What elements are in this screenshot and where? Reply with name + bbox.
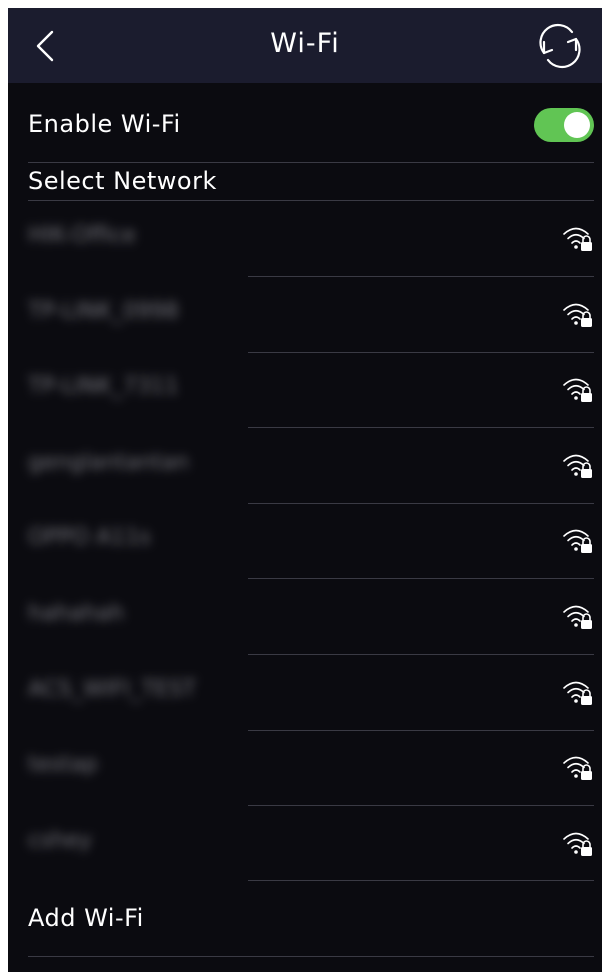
wifi-lock-icon [563, 454, 592, 478]
toggle-knob [564, 112, 590, 138]
wifi-lock-icon [563, 227, 592, 251]
top-bar: Wi-Fi [8, 8, 602, 83]
wifi-lock-icon [563, 681, 592, 705]
add-wifi-button[interactable]: Add Wi-Fi [28, 904, 144, 932]
network-name: hahahah [28, 601, 125, 626]
network-name: TP-LINK_0998 [28, 299, 179, 324]
select-network-label: Select Network [28, 167, 217, 195]
divider [28, 162, 594, 163]
network-name: HIK-Office [28, 223, 136, 248]
page-title: Wi-Fi [270, 28, 340, 59]
network-row[interactable]: testap [8, 730, 602, 805]
network-name: testap [28, 752, 98, 777]
network-row[interactable]: TP-LINK_7311 [8, 352, 602, 427]
wifi-lock-icon [563, 378, 592, 402]
network-name: OPPO A11s [28, 525, 151, 550]
network-row[interactable]: HIK-Office [8, 201, 602, 276]
wifi-lock-icon [563, 832, 592, 856]
network-name: ACS_WIFI_TEST [28, 677, 197, 702]
network-row[interactable]: TP-LINK_0998 [8, 277, 602, 352]
wifi-settings-screen: Wi-Fi Enable Wi-Fi Select Network HIK-Of… [8, 8, 602, 972]
network-row[interactable]: hahahah [8, 579, 602, 654]
enable-wifi-toggle[interactable] [534, 108, 594, 142]
wifi-lock-icon [563, 605, 592, 629]
wifi-lock-icon [563, 303, 592, 327]
network-row[interactable]: cshey [8, 806, 602, 881]
wifi-lock-icon [563, 529, 592, 553]
refresh-icon[interactable] [536, 23, 584, 69]
wifi-lock-icon [563, 756, 592, 780]
network-row[interactable]: OPPO A11s [8, 503, 602, 578]
divider [28, 956, 594, 957]
network-name: TP-LINK_7311 [28, 374, 179, 399]
network-name: genglantantan [28, 450, 190, 475]
network-name: cshey [28, 828, 93, 853]
network-row[interactable]: ACS_WIFI_TEST [8, 655, 602, 730]
enable-wifi-label: Enable Wi-Fi [28, 110, 181, 138]
divider [248, 880, 594, 881]
network-row[interactable]: genglantantan [8, 428, 602, 503]
